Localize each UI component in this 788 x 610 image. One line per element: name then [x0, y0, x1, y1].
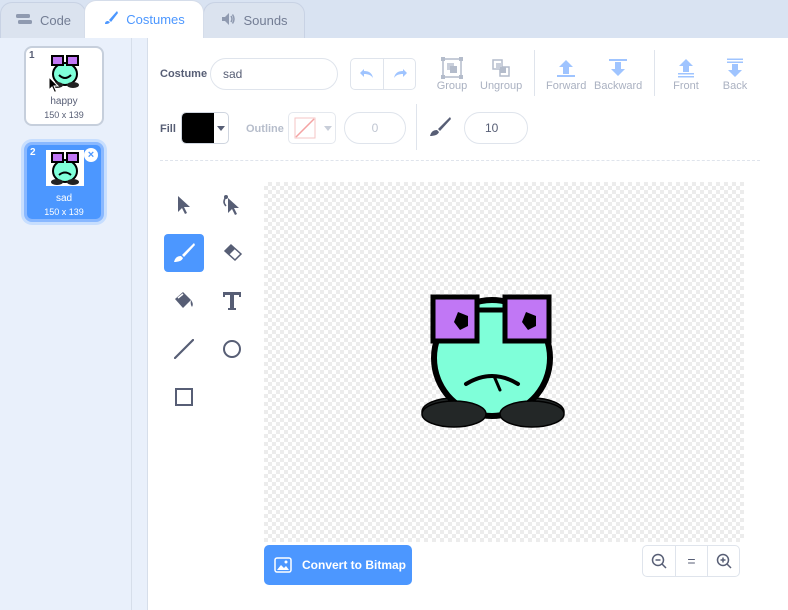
group-label: Group	[436, 80, 468, 92]
arrow-select-icon	[178, 196, 190, 214]
line-tool[interactable]	[164, 330, 204, 368]
toolbar-divider	[534, 50, 535, 96]
costume-item-sad[interactable]: 2 × sad 150 x 139	[24, 142, 104, 222]
select-tool[interactable]	[164, 186, 204, 224]
circle-icon	[223, 340, 241, 358]
convert-to-bitmap-label: Convert to Bitmap	[302, 558, 407, 572]
zoom-reset-label: =	[687, 553, 696, 569]
tab-code[interactable]: Code	[0, 2, 86, 38]
front-button[interactable]: Front	[670, 56, 702, 92]
brush-size-input[interactable]: 10	[464, 112, 528, 144]
group-icon	[441, 57, 463, 79]
costume-number: 1	[29, 50, 35, 61]
back-icon	[727, 58, 743, 77]
circle-tool[interactable]	[212, 330, 252, 368]
brush-icon	[103, 10, 119, 29]
toolbar-divider	[416, 104, 417, 150]
ungroup-label: Ungroup	[480, 80, 523, 92]
eraser-tool[interactable]	[212, 234, 252, 272]
rectangle-tool[interactable]	[164, 378, 204, 416]
paint-editor: Costume sad Group Ungroup Forward Backwa…	[147, 38, 788, 610]
fill-tool[interactable]	[164, 282, 204, 320]
outline-label: Outline	[246, 123, 284, 135]
costume-name: sad	[55, 193, 73, 204]
group-button[interactable]: Group	[436, 56, 468, 92]
brush-size-icon	[428, 116, 452, 143]
text-tool[interactable]	[212, 282, 252, 320]
brush-icon	[174, 243, 195, 262]
chevron-down-icon	[214, 113, 228, 143]
costume-number: 2	[30, 147, 36, 158]
costume-size: 150 x 139	[44, 110, 84, 120]
backward-icon	[609, 59, 627, 76]
sprite-costume-drawing	[421, 294, 565, 428]
text-icon	[223, 292, 241, 310]
outline-width-input[interactable]: 0	[344, 112, 406, 144]
toolbar-divider	[654, 50, 655, 96]
eraser-icon	[223, 243, 243, 262]
line-icon	[174, 339, 194, 359]
paint-bucket-icon	[175, 292, 193, 308]
back-label: Back	[722, 80, 748, 92]
tab-sounds[interactable]: Sounds	[203, 2, 305, 38]
outline-color-picker[interactable]	[288, 112, 336, 144]
tab-bar: Code Costumes Sounds	[0, 0, 788, 38]
convert-to-bitmap-button[interactable]: Convert to Bitmap	[264, 545, 412, 585]
backward-button[interactable]: Backward	[594, 56, 642, 92]
redo-button[interactable]	[383, 59, 415, 89]
costume-name-input[interactable]: sad	[210, 58, 338, 90]
no-outline-icon	[289, 113, 321, 143]
undo-redo-group	[350, 58, 416, 90]
zoom-reset-button[interactable]: =	[675, 546, 707, 576]
front-label: Front	[673, 80, 699, 92]
reshape-icon	[223, 195, 239, 215]
fill-label: Fill	[160, 123, 176, 135]
costume-list: 1 happy 150 x 139 2 × sad 150 x 139	[0, 38, 132, 610]
forward-icon	[557, 60, 575, 77]
costume-thumbnail	[46, 150, 84, 186]
undo-button[interactable]	[351, 59, 383, 89]
undo-icon	[360, 69, 373, 78]
costume-name: happy	[50, 96, 78, 107]
tab-sounds-label: Sounds	[243, 13, 288, 28]
zoom-out-icon	[651, 553, 667, 569]
ungroup-icon	[492, 59, 510, 77]
tab-costumes-label: Costumes	[126, 12, 185, 27]
code-icon	[15, 12, 33, 29]
costume-label: Costume	[160, 68, 208, 80]
mouse-cursor-icon	[48, 76, 60, 94]
rectangle-icon	[175, 388, 193, 406]
forward-button[interactable]: Forward	[546, 56, 586, 92]
zoom-out-button[interactable]	[643, 546, 675, 576]
zoom-controls: =	[642, 545, 740, 577]
delete-costume-icon[interactable]: ×	[84, 148, 98, 162]
fill-color-swatch	[182, 113, 214, 143]
ungroup-button[interactable]: Ungroup	[480, 56, 522, 92]
reshape-tool[interactable]	[212, 186, 252, 224]
chevron-down-icon	[321, 113, 335, 143]
fill-color-picker[interactable]	[181, 112, 229, 144]
zoom-in-icon	[716, 553, 732, 569]
speaker-icon	[220, 12, 236, 29]
drawing-canvas[interactable]	[264, 182, 744, 542]
toolbar-separator	[160, 160, 760, 161]
costume-size: 150 x 139	[44, 207, 84, 217]
brush-tool[interactable]	[164, 234, 204, 272]
redo-icon	[393, 69, 407, 78]
tab-costumes[interactable]: Costumes	[84, 0, 204, 38]
forward-label: Forward	[546, 80, 587, 92]
back-button[interactable]: Back	[718, 56, 752, 92]
image-icon	[274, 557, 292, 573]
costume-item-happy[interactable]: 1 happy 150 x 139	[24, 46, 104, 126]
backward-label: Backward	[594, 80, 643, 92]
zoom-in-button[interactable]	[707, 546, 739, 576]
tab-code-label: Code	[39, 13, 72, 28]
front-icon	[678, 59, 694, 78]
